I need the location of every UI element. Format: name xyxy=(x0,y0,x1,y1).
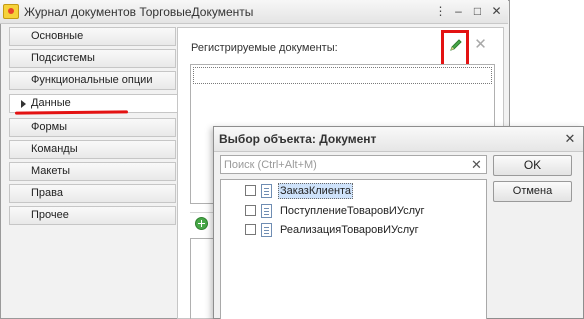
tree-item-label: ЗаказКлиента xyxy=(278,183,354,199)
tree-item-label: РеализацияТоваровИУслуг xyxy=(280,224,419,236)
document-icon xyxy=(261,223,272,237)
sidebar-item-forms[interactable]: Формы xyxy=(9,118,176,137)
checkbox[interactable] xyxy=(245,185,256,196)
object-tree[interactable] xyxy=(220,179,487,319)
tree-item-label: ПоступлениеТоваровИУслуг xyxy=(280,205,425,217)
document-icon xyxy=(261,204,272,218)
sidebar-item-rights[interactable]: Права xyxy=(9,184,176,203)
registered-documents-label: Регистрируемые документы: xyxy=(191,42,338,54)
minimize-button[interactable]: – xyxy=(450,3,467,20)
expand-arrow-icon xyxy=(21,100,26,108)
dialog-title: Выбор объекта: Документ xyxy=(219,132,377,146)
sidebar-item-basic[interactable]: Основные xyxy=(9,27,176,46)
sidebar: Основные Подсистемы Функциональные опции… xyxy=(9,27,178,319)
maximize-button[interactable]: □ xyxy=(469,3,486,20)
list-item[interactable] xyxy=(193,67,492,84)
search-input[interactable] xyxy=(220,155,487,174)
search-clear-icon[interactable]: ✕ xyxy=(469,157,484,172)
dialog-close-icon[interactable]: ✕ xyxy=(562,130,578,147)
sidebar-item-other[interactable]: Прочее xyxy=(9,206,176,225)
sidebar-item-subsystems[interactable]: Подсистемы xyxy=(9,49,176,68)
delete-x-icon[interactable]: ✕ xyxy=(474,37,487,52)
sidebar-item-functional-options[interactable]: Функциональные опции xyxy=(9,71,176,90)
cancel-button[interactable]: Отмена xyxy=(493,181,572,202)
document-icon xyxy=(261,184,272,198)
window-title: Журнал документов ТорговыеДокументы xyxy=(24,5,254,19)
sidebar-item-templates[interactable]: Макеты xyxy=(9,162,176,181)
ok-button[interactable]: OK xyxy=(493,155,572,176)
sidebar-item-label: Данные xyxy=(31,97,71,109)
checkbox[interactable] xyxy=(245,224,256,235)
sidebar-item-commands[interactable]: Команды xyxy=(9,140,176,159)
checkbox[interactable] xyxy=(245,205,256,216)
more-actions-icon[interactable]: ⋮ xyxy=(432,3,449,20)
app-icon xyxy=(3,4,19,19)
close-button[interactable]: ✕ xyxy=(488,3,505,20)
add-circle-icon[interactable] xyxy=(195,217,208,230)
